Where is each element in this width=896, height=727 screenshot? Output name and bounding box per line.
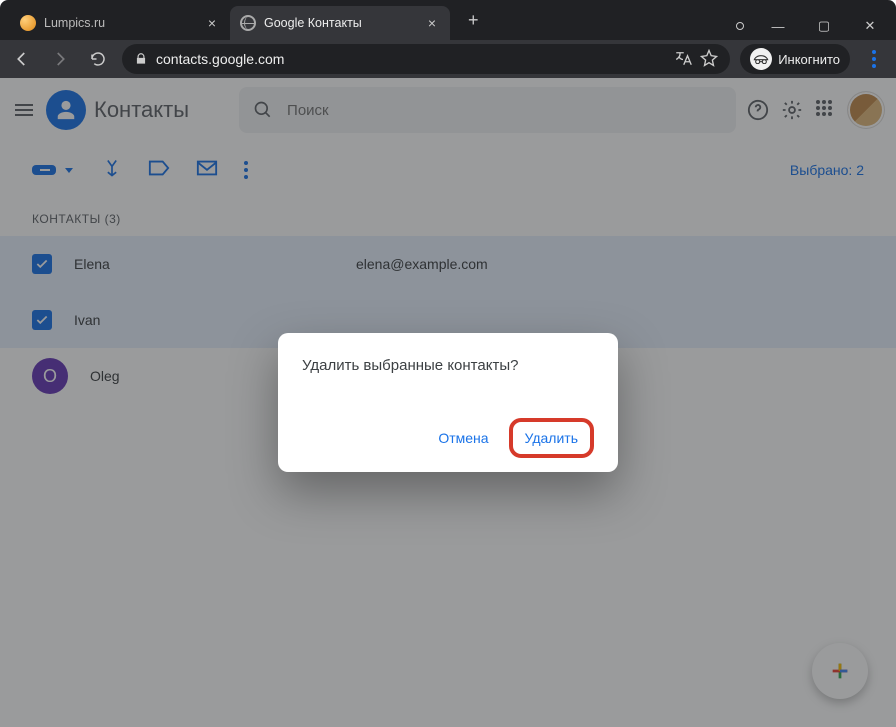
titlebar: Lumpics.ru × Google Контакты × + — ▢ ✕ [0, 0, 896, 40]
account-indicator-icon[interactable] [726, 12, 754, 40]
browser-window: Lumpics.ru × Google Контакты × + — ▢ ✕ [0, 0, 896, 727]
forward-button[interactable] [46, 45, 74, 73]
url-host: contacts.google.com [156, 51, 284, 67]
address-bar[interactable]: contacts.google.com [122, 44, 730, 74]
incognito-icon [750, 48, 772, 70]
close-icon[interactable]: × [424, 13, 440, 33]
reload-button[interactable] [84, 45, 112, 73]
address-toolbar: contacts.google.com Инкогнито [0, 40, 896, 78]
close-window-button[interactable]: ✕ [848, 12, 892, 40]
tab-google-contacts[interactable]: Google Контакты × [230, 6, 450, 40]
favicon-orange [20, 15, 36, 31]
lock-icon [134, 52, 148, 66]
incognito-badge[interactable]: Инкогнито [740, 44, 850, 74]
tab-strip: Lumpics.ru × Google Контакты × + [10, 6, 726, 40]
delete-confirm-dialog: Удалить выбранные контакты? Отмена Удали… [278, 333, 618, 472]
tab-label: Lumpics.ru [44, 16, 196, 30]
incognito-label: Инкогнито [778, 52, 840, 67]
close-icon[interactable]: × [204, 13, 220, 33]
page: Контакты [0, 78, 896, 727]
dialog-title: Удалить выбранные контакты? [302, 357, 594, 374]
modal-overlay: Удалить выбранные контакты? Отмена Удали… [0, 78, 896, 727]
confirm-delete-button[interactable]: Удалить [509, 418, 594, 458]
minimize-button[interactable]: — [756, 12, 800, 40]
new-tab-button[interactable]: + [460, 6, 487, 40]
globe-icon [240, 15, 256, 31]
tab-lumpics[interactable]: Lumpics.ru × [10, 6, 230, 40]
window-controls: — ▢ ✕ [726, 12, 896, 40]
tab-label: Google Контакты [264, 16, 416, 30]
bookmark-icon[interactable] [700, 49, 718, 70]
maximize-button[interactable]: ▢ [802, 12, 846, 40]
cancel-button[interactable]: Отмена [424, 420, 502, 456]
back-button[interactable] [8, 45, 36, 73]
translate-icon[interactable] [674, 49, 692, 70]
browser-menu-button[interactable] [860, 45, 888, 73]
